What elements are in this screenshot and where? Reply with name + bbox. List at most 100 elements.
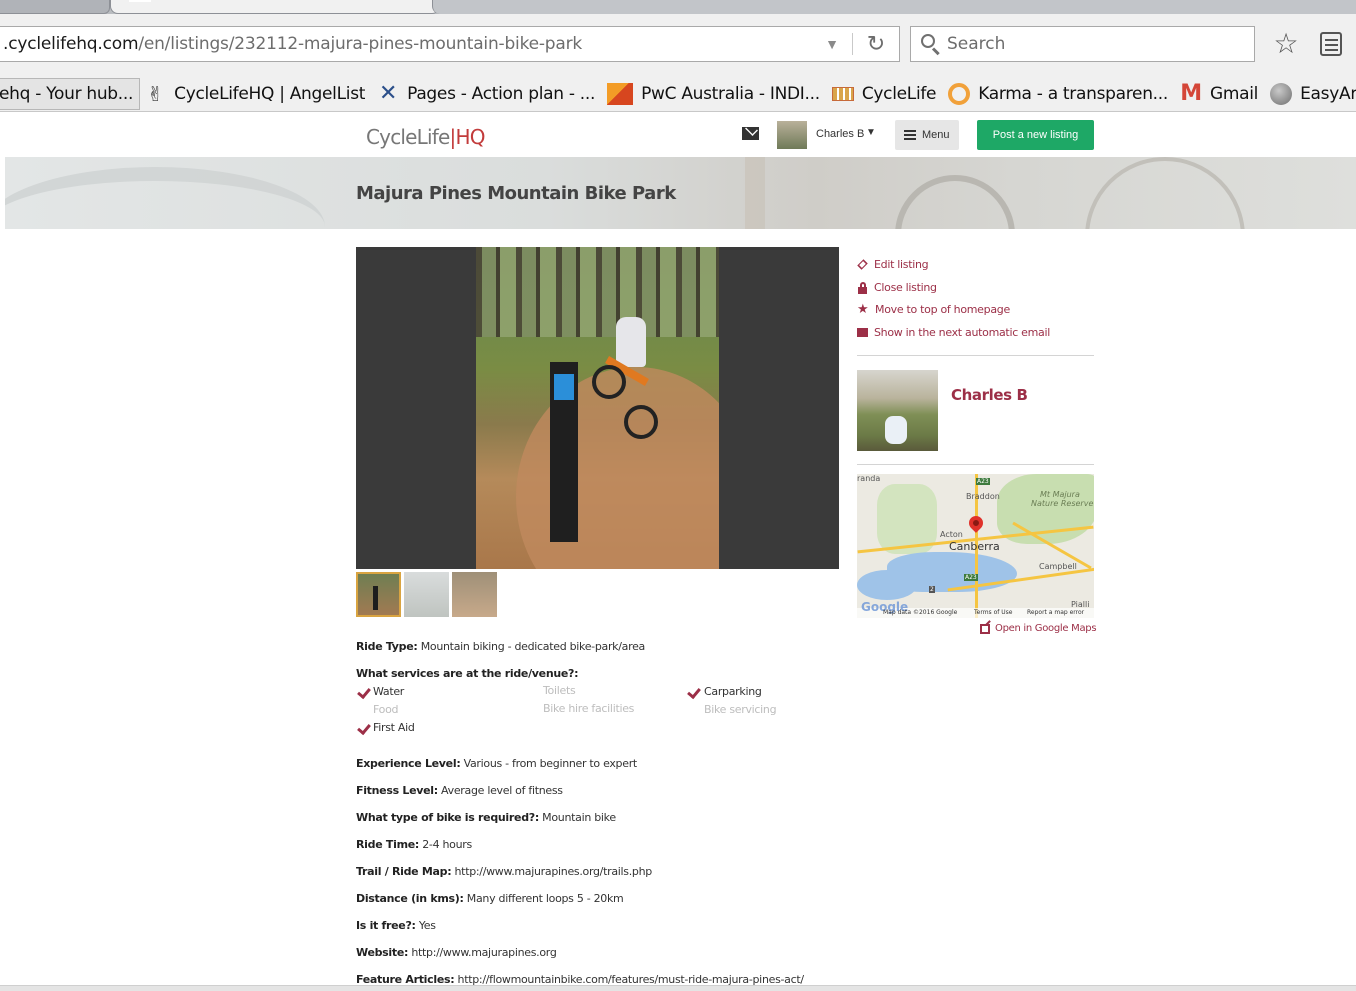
caret-down-icon[interactable]: ▼ xyxy=(866,127,876,138)
detail-label: What services are at the ride/venue?: xyxy=(356,667,579,680)
close-listing-link[interactable]: Close listing xyxy=(857,279,937,295)
map-report-link[interactable]: Report a map error xyxy=(1027,609,1084,616)
service-food: Food xyxy=(373,703,399,716)
tab-favicon xyxy=(129,0,151,2)
victory-hand-icon: ✌ xyxy=(146,81,164,106)
bookmark-star-icon[interactable]: ☆ xyxy=(1270,28,1302,60)
banner-wheel-decoration xyxy=(895,175,1015,229)
listing-image-gallery[interactable] xyxy=(356,247,839,569)
detail-label: Ride Time: xyxy=(356,838,420,851)
site-logo[interactable]: CycleLife|HQ xyxy=(366,125,485,149)
bookmark-item[interactable]: EasyArmy.com xyxy=(1266,77,1356,111)
bookmark-label: CycleLifeHQ | AngelList xyxy=(174,83,366,104)
detail-website: Website: http://www.majurapines.org xyxy=(356,946,557,959)
detail-is-free: Is it free?: Yes xyxy=(356,919,436,932)
map-terms-link[interactable]: Terms of Use xyxy=(974,609,1012,616)
globe-icon xyxy=(1270,82,1293,105)
trail-map-link[interactable]: http://www.majurapines.org/trails.php xyxy=(455,865,653,878)
service-bike-hire: Bike hire facilities xyxy=(543,702,635,715)
thumbnail-image[interactable] xyxy=(356,572,401,617)
detail-experience-level: Experience Level: Various - from beginne… xyxy=(356,757,637,770)
author-avatar[interactable] xyxy=(857,370,938,451)
bookmark-item[interactable]: M Gmail xyxy=(1176,77,1266,111)
service-bike-servicing: Bike servicing xyxy=(704,703,777,716)
thumbnail-image[interactable] xyxy=(404,572,449,617)
detail-fitness-level: Fitness Level: Average level of fitness xyxy=(356,784,563,797)
thumbnail-image[interactable] xyxy=(452,572,497,617)
bookmark-label: EasyArmy.com xyxy=(1300,83,1356,104)
move-to-top-link[interactable]: ★ Move to top of homepage xyxy=(857,301,1010,317)
listing-photo[interactable] xyxy=(476,247,719,569)
action-label: Edit listing xyxy=(874,257,929,271)
bookmark-item[interactable]: ✌ CycleLifeHQ | AngelList xyxy=(140,77,373,111)
detail-label: Experience Level: xyxy=(356,757,461,770)
checkmark-icon xyxy=(687,687,699,698)
reload-icon[interactable]: ↻ xyxy=(853,27,899,61)
bookmark-item[interactable]: ehq - Your hub... xyxy=(0,77,141,110)
address-bar[interactable]: .cyclelifehq.com/en/listings/232112-maju… xyxy=(0,26,900,62)
map-label: Braddon xyxy=(966,492,1000,501)
cyclelife-icon xyxy=(831,86,854,101)
browser-tab[interactable] xyxy=(0,0,110,14)
bookmark-item[interactable]: Karma - a transparen... xyxy=(944,77,1176,111)
search-bar[interactable]: Search xyxy=(910,26,1255,62)
bookmark-item[interactable]: CycleLife xyxy=(828,77,944,111)
action-label: Move to top of homepage xyxy=(875,302,1010,316)
detail-value: Many different loops 5 - 20km xyxy=(466,892,624,905)
envelope-icon xyxy=(857,327,868,337)
bookmark-item[interactable]: ✕ Pages - Action plan - ... xyxy=(373,77,603,111)
url-dropdown-icon[interactable]: ▼ xyxy=(812,27,852,61)
star-icon: ★ xyxy=(857,301,869,317)
detail-label: Is it free?: xyxy=(356,919,416,932)
map-pin-icon[interactable] xyxy=(966,513,986,533)
detail-label: Fitness Level: xyxy=(356,784,438,797)
map-label: Nature Reserve xyxy=(1031,499,1094,508)
website-link[interactable]: http://www.majurapines.org xyxy=(411,946,556,959)
listing-banner: Majura Pines Mountain Bike Park xyxy=(5,157,1356,229)
inbox-mail-icon[interactable] xyxy=(742,127,759,140)
gmail-icon: M xyxy=(1180,80,1202,106)
edit-listing-link[interactable]: Edit listing xyxy=(857,256,929,272)
logo-hq: HQ xyxy=(455,125,485,149)
detail-value: Mountain biking - dedicated bike-park/ar… xyxy=(420,640,646,653)
map-label: Mt Majura xyxy=(1040,490,1080,499)
menu-label: Menu xyxy=(922,129,950,141)
url-text[interactable]: .cyclelifehq.com/en/listings/232112-maju… xyxy=(0,34,812,54)
reading-list-icon[interactable] xyxy=(1316,30,1348,60)
map-label: randa xyxy=(857,474,881,483)
map-road-badge: A23 xyxy=(964,574,978,581)
detail-label: Website: xyxy=(356,946,409,959)
map-road-badge: 2 xyxy=(929,586,935,593)
show-in-email-link[interactable]: Show in the next automatic email xyxy=(857,324,1050,340)
detail-value: Mountain bike xyxy=(542,811,616,824)
bookmark-label: PwC Australia - INDI... xyxy=(641,83,820,104)
open-google-maps-link[interactable]: Open in Google Maps xyxy=(980,623,1097,634)
image-thumbnails xyxy=(356,572,500,617)
pwc-icon xyxy=(607,82,634,105)
detail-bike-type: What type of bike is required?: Mountain… xyxy=(356,811,616,824)
services-heading: What services are at the ride/venue?: xyxy=(356,667,579,680)
hamburger-icon xyxy=(904,130,916,140)
user-name[interactable]: Charles B xyxy=(816,128,864,140)
url-host: .cyclelifehq.com xyxy=(3,34,139,54)
browser-tab-active[interactable] xyxy=(110,0,440,14)
browser-tab[interactable] xyxy=(432,0,1356,14)
open-maps-label: Open in Google Maps xyxy=(995,623,1097,634)
bookmark-item[interactable]: PwC Australia - INDI... xyxy=(603,77,828,111)
map-label: Campbell xyxy=(1039,562,1077,571)
bookmark-label: CycleLife xyxy=(861,83,937,104)
bookmark-label: Karma - a transparen... xyxy=(978,83,1168,104)
detail-trail-map: Trail / Ride Map: http://www.majurapines… xyxy=(356,865,652,878)
menu-button[interactable]: Menu xyxy=(895,120,959,150)
service-carparking: Carparking xyxy=(704,685,762,698)
author-name-link[interactable]: Charles B xyxy=(951,386,1028,404)
post-listing-button[interactable]: Post a new listing xyxy=(977,120,1094,150)
search-icon xyxy=(911,27,947,61)
avatar[interactable] xyxy=(777,121,807,149)
bookmark-label: Gmail xyxy=(1210,83,1259,104)
banner-wheel-decoration xyxy=(1085,157,1245,229)
location-map[interactable]: randa Braddon Mt Majura Nature Reserve A… xyxy=(857,474,1094,618)
divider xyxy=(857,355,1094,356)
banner-tree-decoration xyxy=(745,157,765,229)
detail-value: 2-4 hours xyxy=(422,838,472,851)
